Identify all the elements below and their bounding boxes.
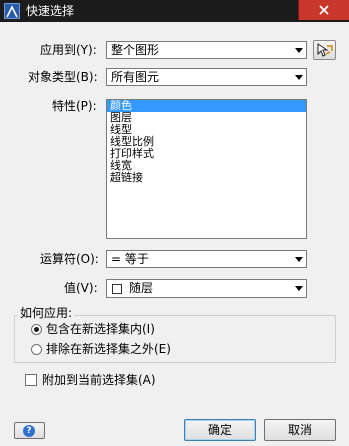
exclude-radio[interactable] xyxy=(31,344,42,355)
include-radio-label: 包含在新选择集内(I) xyxy=(46,322,155,336)
title-bar: 快速选择 xyxy=(0,0,349,22)
apply-to-label: 应用到(Y): xyxy=(40,43,97,57)
color-swatch xyxy=(112,284,122,294)
list-item[interactable]: 超链接 xyxy=(107,172,306,184)
ok-button[interactable]: 确定 xyxy=(184,419,256,441)
how-to-apply-label: 如何应用: xyxy=(18,305,75,321)
object-type-label: 对象类型(B): xyxy=(28,70,98,84)
close-button[interactable] xyxy=(298,0,349,20)
value-label: 值(V): xyxy=(64,281,98,295)
operator-value: = 等于 xyxy=(111,252,149,266)
list-item[interactable]: 打印样式 xyxy=(107,148,306,160)
object-type-value: 所有图元 xyxy=(111,70,160,84)
dropdown-arrow-icon xyxy=(295,286,303,291)
window-title: 快速选择 xyxy=(26,4,75,18)
close-icon xyxy=(319,5,329,15)
list-item[interactable]: 颜色 xyxy=(107,100,306,112)
list-item[interactable]: 图层 xyxy=(107,112,306,124)
object-type-select[interactable]: 所有图元 xyxy=(106,68,307,86)
help-icon: ? xyxy=(23,425,35,437)
app-icon xyxy=(4,3,20,19)
append-checkbox-label: 附加到当前选择集(A) xyxy=(42,373,156,387)
dropdown-arrow-icon xyxy=(295,48,303,53)
quick-select-dialog: 快速选择 应用到(Y): 整个图形 对象类型(B): 所有图元 特性(P): 颜… xyxy=(0,0,349,446)
exclude-radio-label: 排除在新选择集之外(E) xyxy=(46,342,171,356)
dropdown-arrow-icon xyxy=(295,75,303,80)
select-objects-icon xyxy=(317,43,333,57)
dropdown-arrow-icon xyxy=(295,257,303,262)
value-select[interactable]: 随层 xyxy=(106,279,307,298)
help-button[interactable]: ? xyxy=(14,422,45,439)
properties-label: 特性(P): xyxy=(52,99,97,113)
append-checkbox[interactable] xyxy=(25,374,37,386)
operator-label: 运算符(O): xyxy=(40,252,99,266)
cancel-button[interactable]: 取消 xyxy=(264,419,336,441)
include-radio[interactable] xyxy=(31,324,42,335)
apply-to-value: 整个图形 xyxy=(111,43,160,57)
properties-list[interactable]: 颜色 图层 线型 线型比例 打印样式 线宽 超链接 xyxy=(106,99,307,239)
value-value: 随层 xyxy=(129,281,154,295)
apply-to-select[interactable]: 整个图形 xyxy=(106,41,307,59)
operator-select[interactable]: = 等于 xyxy=(106,250,307,268)
select-objects-button[interactable] xyxy=(313,40,336,60)
